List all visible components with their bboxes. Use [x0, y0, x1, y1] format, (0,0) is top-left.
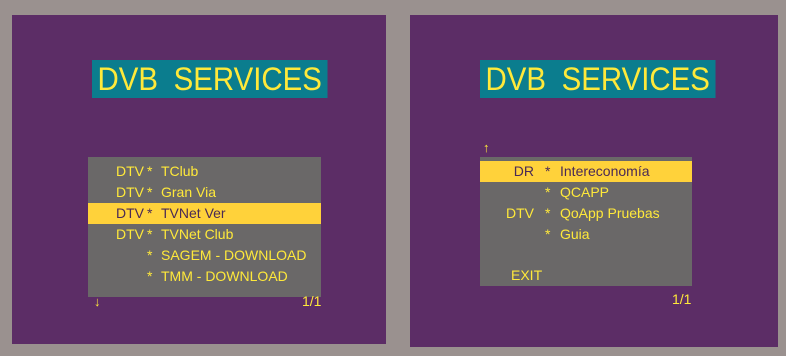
service-name: QCAPP	[560, 184, 610, 200]
service-list: DTV * TClub DTV * Gran Via DTV * TVNet V…	[88, 157, 321, 297]
arrow-up-icon: ↑	[483, 140, 490, 155]
service-marker: *	[545, 163, 551, 179]
service-name: TVNet Club	[161, 226, 234, 242]
service-marker: *	[545, 184, 551, 200]
page-indicator: 1/1	[672, 291, 692, 307]
service-item-sagem-download[interactable]: * SAGEM - DOWNLOAD	[88, 245, 321, 266]
tv-screen-right: DVB SERVICES ↑ DR * Intereconomía * QCAP…	[410, 15, 778, 347]
service-name: TVNet Ver	[161, 205, 226, 221]
service-marker: *	[147, 226, 153, 242]
service-type-label: DTV	[116, 163, 144, 179]
service-marker: *	[147, 184, 153, 200]
service-item-tvnet-ver[interactable]: DTV * TVNet Ver	[88, 203, 321, 224]
service-item-qcapp[interactable]: * QCAPP	[480, 182, 692, 203]
service-name: Gran Via	[161, 184, 216, 200]
tv-screen-left: DVB SERVICES DTV * TClub DTV * Gran Via …	[12, 15, 386, 344]
service-name: Intereconomía	[560, 163, 650, 179]
service-name: Guia	[560, 226, 590, 242]
service-type-label: DTV	[506, 205, 534, 221]
service-item-intereconomia[interactable]: DR * Intereconomía	[480, 161, 692, 182]
service-type-label: DR	[513, 163, 534, 179]
exit-button[interactable]: EXIT	[480, 265, 692, 286]
service-item-qoapp-pruebas[interactable]: DTV * QoApp Pruebas	[480, 203, 692, 224]
service-marker: *	[147, 163, 153, 179]
service-name: TMM - DOWNLOAD	[161, 268, 288, 284]
service-item-gran-via[interactable]: DTV * Gran Via	[88, 182, 321, 203]
service-name: QoApp Pruebas	[560, 205, 660, 221]
service-item-tclub[interactable]: DTV * TClub	[88, 161, 321, 182]
service-item-tvnet-club[interactable]: DTV * TVNet Club	[88, 224, 321, 245]
service-type-label: DTV	[116, 226, 144, 242]
page-title: DVB SERVICES	[92, 60, 328, 98]
page-title: DVB SERVICES	[480, 60, 716, 98]
service-name: SAGEM - DOWNLOAD	[161, 247, 307, 263]
service-list: DR * Intereconomía * QCAPP DTV * QoApp P…	[480, 157, 692, 286]
arrow-down-icon: ↓	[94, 294, 101, 309]
service-marker: *	[147, 268, 153, 284]
service-type-label: DTV	[116, 205, 144, 221]
exit-label: EXIT	[511, 267, 543, 283]
page-indicator: 1/1	[302, 293, 322, 309]
service-marker: *	[545, 226, 551, 242]
service-marker: *	[147, 205, 153, 221]
service-item-guia[interactable]: * Guia	[480, 224, 692, 245]
service-type-label: DTV	[116, 184, 144, 200]
service-marker: *	[545, 205, 551, 221]
service-item-tmm-download[interactable]: * TMM - DOWNLOAD	[88, 266, 321, 287]
service-marker: *	[147, 247, 153, 263]
service-name: TClub	[161, 163, 199, 179]
